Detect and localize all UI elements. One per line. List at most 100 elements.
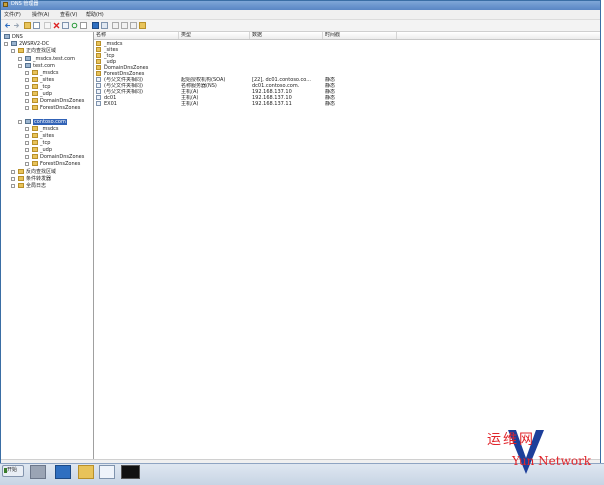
expand-icon[interactable] bbox=[25, 106, 29, 110]
dns-record-icon bbox=[96, 95, 101, 100]
expand-icon[interactable] bbox=[25, 127, 29, 131]
delete-icon[interactable] bbox=[53, 22, 60, 29]
server-icon bbox=[11, 41, 17, 46]
tree-label: _tcp bbox=[40, 140, 51, 146]
cmd-icon[interactable] bbox=[121, 465, 140, 479]
expand-icon[interactable] bbox=[18, 57, 22, 61]
cell-time: 静态 bbox=[325, 101, 336, 107]
tree-label: 2WSRV2-DC bbox=[19, 41, 50, 47]
watermark-text-cn: 运维网 bbox=[487, 432, 535, 448]
up-folder-icon[interactable] bbox=[24, 22, 31, 29]
powershell-icon[interactable] bbox=[55, 465, 71, 479]
expand-icon[interactable] bbox=[25, 71, 29, 75]
back-icon[interactable] bbox=[4, 22, 11, 29]
zone-icon bbox=[25, 63, 31, 68]
column-header-timestamp[interactable]: 时间戳 bbox=[323, 32, 397, 39]
dns-record-icon bbox=[96, 101, 101, 106]
folder-icon bbox=[32, 98, 38, 103]
window-title: DNS 管理器 bbox=[11, 1, 39, 7]
tree-label: DomainDnsZones bbox=[40, 98, 85, 104]
folder-icon bbox=[96, 65, 101, 70]
watermark-text-en: Yun Network bbox=[512, 454, 592, 468]
folder-icon bbox=[96, 53, 101, 58]
folder-icon bbox=[32, 70, 38, 75]
server-manager-icon[interactable] bbox=[30, 465, 46, 479]
zone-icon bbox=[25, 119, 31, 124]
server-icon[interactable] bbox=[112, 22, 119, 29]
column-header-name[interactable]: 名称 bbox=[94, 32, 179, 39]
folder-icon bbox=[32, 161, 38, 166]
expand-icon[interactable] bbox=[25, 141, 29, 145]
menu-bar: 文件(F) 操作(A) 查看(V) 帮助(H) bbox=[1, 10, 600, 20]
collapse-icon[interactable] bbox=[11, 49, 15, 53]
menu-action[interactable]: 操作(A) bbox=[32, 12, 49, 18]
expand-icon[interactable] bbox=[11, 177, 15, 181]
folder-icon bbox=[96, 41, 101, 46]
folder-icon bbox=[32, 126, 38, 131]
zone-icon[interactable] bbox=[121, 22, 128, 29]
collapse-icon[interactable] bbox=[18, 120, 22, 124]
properties-icon[interactable] bbox=[62, 22, 69, 29]
refresh-icon[interactable] bbox=[71, 22, 78, 29]
help-icon[interactable] bbox=[92, 22, 99, 29]
tree-label: _sites bbox=[40, 77, 55, 83]
forward-icon[interactable] bbox=[13, 22, 20, 29]
start-label: 开始 bbox=[7, 467, 18, 473]
folder-icon bbox=[32, 147, 38, 152]
copy-icon[interactable] bbox=[44, 22, 51, 29]
column-header-row: 名称 类型 数据 时间戳 bbox=[94, 32, 600, 40]
expand-icon[interactable] bbox=[25, 99, 29, 103]
menu-view[interactable]: 查看(V) bbox=[60, 12, 77, 18]
tree-label: _udp bbox=[40, 147, 53, 153]
tree-label: _msdcs bbox=[40, 126, 59, 132]
dns-record-icon bbox=[96, 83, 101, 88]
dns-app-icon bbox=[3, 2, 8, 7]
folder-icon bbox=[32, 91, 38, 96]
menu-file[interactable]: 文件(F) bbox=[4, 12, 21, 18]
grid-view-icon[interactable] bbox=[101, 22, 108, 29]
dns-icon bbox=[4, 34, 10, 39]
folder-icon bbox=[18, 48, 24, 53]
expand-icon[interactable] bbox=[11, 170, 15, 174]
folder-icon bbox=[32, 154, 38, 159]
title-bar[interactable] bbox=[1, 1, 600, 10]
expand-icon[interactable] bbox=[25, 92, 29, 96]
expand-icon[interactable] bbox=[25, 134, 29, 138]
tree-label: DomainDnsZones bbox=[40, 154, 85, 160]
dns-taskbar-icon[interactable] bbox=[99, 465, 115, 479]
tree-label: 反向查找区域 bbox=[26, 169, 57, 175]
folder-icon bbox=[18, 176, 24, 181]
tree-label: test.com bbox=[33, 63, 55, 69]
records-list[interactable]: 名称 类型 数据 时间戳 _msdcs _sites _tcp _udp DomainD… bbox=[94, 32, 600, 459]
folder-icon bbox=[96, 47, 101, 52]
tree-label: 正向查找区域 bbox=[26, 48, 57, 54]
collapse-icon[interactable] bbox=[4, 42, 8, 46]
expand-icon[interactable] bbox=[25, 78, 29, 82]
expand-icon[interactable] bbox=[25, 162, 29, 166]
tree-pane[interactable]: DNS 2WSRV2-DC 正向查找区域 _msdcs.test.com tes… bbox=[1, 32, 94, 459]
column-header-data[interactable]: 数据 bbox=[250, 32, 323, 39]
export-list-icon[interactable] bbox=[80, 22, 87, 29]
record-icon[interactable] bbox=[130, 22, 137, 29]
tree-label: _sites bbox=[40, 133, 55, 139]
folder-icon bbox=[32, 77, 38, 82]
column-header-type[interactable]: 类型 bbox=[179, 32, 250, 39]
show-tree-icon[interactable] bbox=[33, 22, 40, 29]
expand-icon[interactable] bbox=[11, 184, 15, 188]
menu-help[interactable]: 帮助(H) bbox=[86, 12, 104, 18]
tree-label-selected: contoso.com bbox=[33, 119, 67, 125]
zone-icon bbox=[25, 56, 31, 61]
expand-icon[interactable] bbox=[25, 155, 29, 159]
cell-data: 192.168.137.11 bbox=[252, 101, 292, 107]
expand-icon[interactable] bbox=[25, 85, 29, 89]
folder-icon bbox=[96, 71, 101, 76]
table-row[interactable]: EX01 主机(A) 192.168.137.11 静态 bbox=[94, 101, 600, 107]
explorer-icon[interactable] bbox=[78, 465, 94, 479]
collapse-icon[interactable] bbox=[18, 64, 22, 68]
expand-icon[interactable] bbox=[25, 148, 29, 152]
new-folder-icon[interactable] bbox=[139, 22, 146, 29]
tree-label: ForestDnsZones bbox=[40, 161, 81, 167]
tree-label: _udp bbox=[40, 91, 53, 97]
toolbar bbox=[1, 20, 600, 32]
tree-label: _tcp bbox=[40, 84, 51, 90]
